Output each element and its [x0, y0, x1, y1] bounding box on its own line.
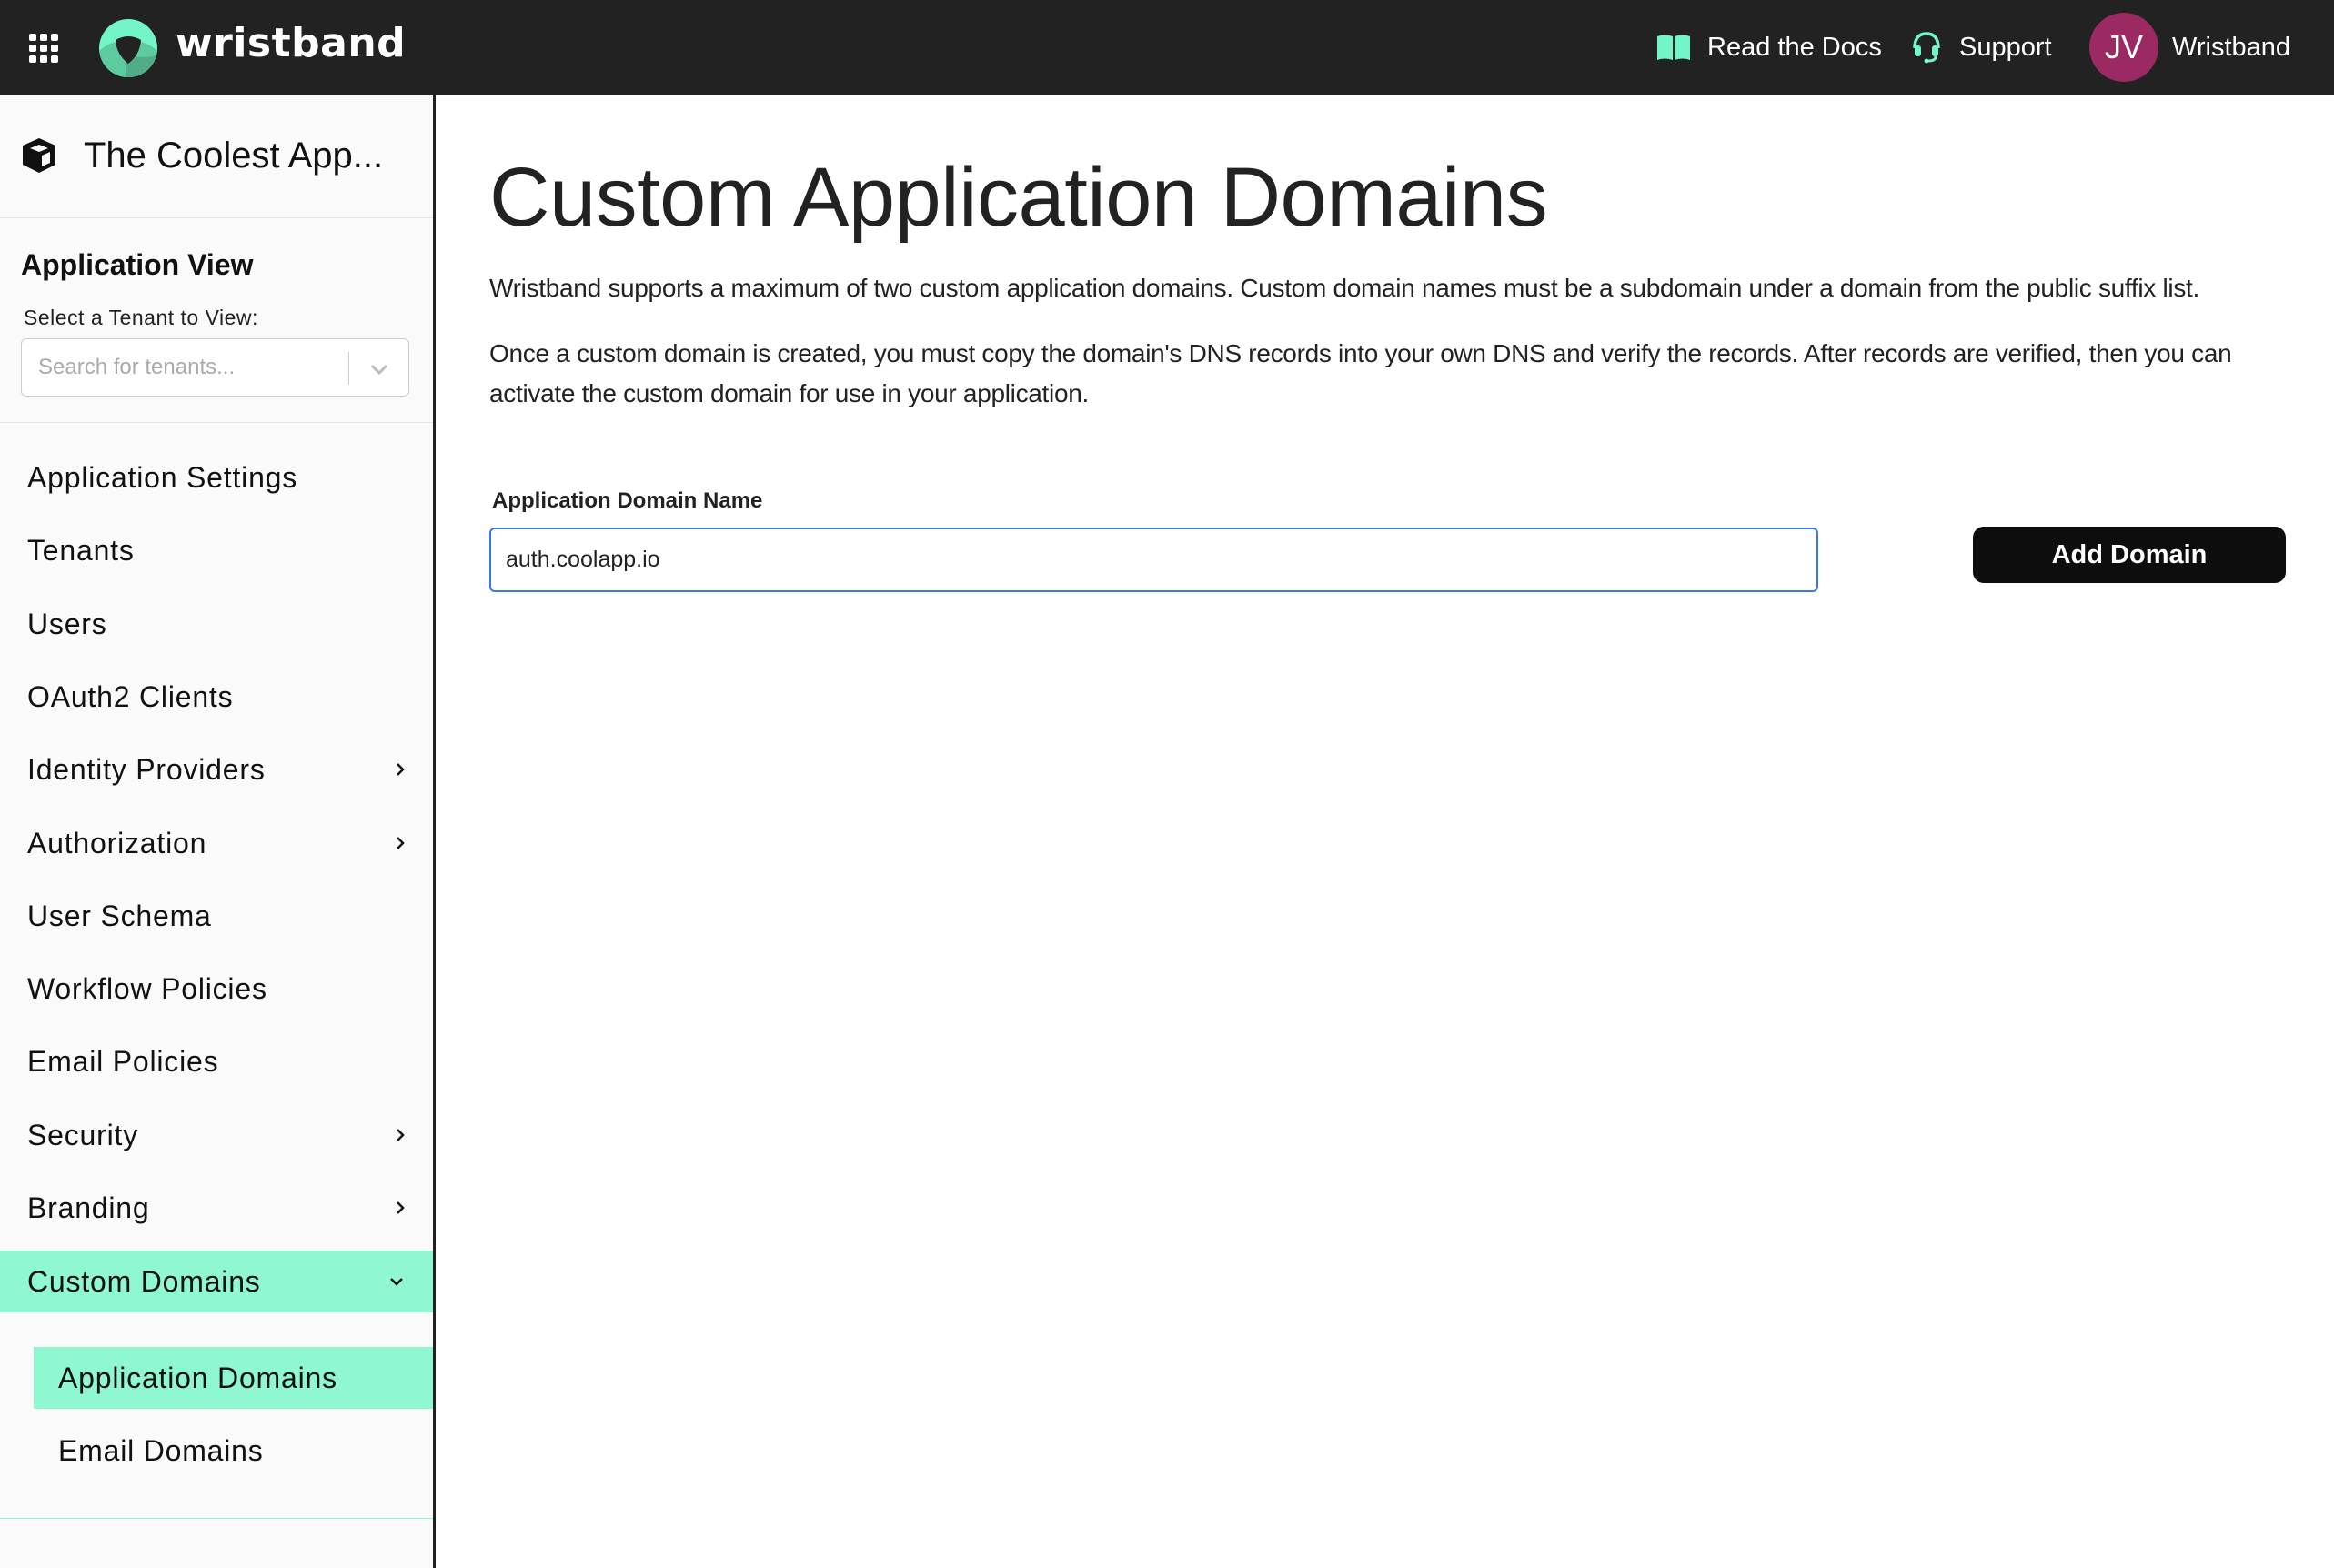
sidebar-item-label: Tenants: [27, 533, 135, 567]
sidebar-item-users[interactable]: Users: [0, 593, 433, 655]
sidebar-item-security[interactable]: Security: [0, 1104, 433, 1166]
sidebar-item-branding[interactable]: Branding: [0, 1177, 433, 1239]
add-domain-button[interactable]: Add Domain: [1973, 527, 2286, 583]
description-paragraph-2: Once a custom domain is created, you mus…: [489, 339, 2232, 407]
view-title: Application View: [21, 248, 254, 281]
sidebar-item-label: Identity Providers: [27, 752, 266, 786]
chevron-down-icon: [390, 1278, 403, 1286]
sidebar-item-label: Branding: [27, 1191, 150, 1224]
sidebar-item-label: Workflow Policies: [27, 971, 267, 1005]
sidebar-item-tenants[interactable]: Tenants: [0, 519, 433, 581]
wristband-logo-icon[interactable]: [98, 18, 158, 78]
sidebar-subitem-application-domains[interactable]: Application Domains: [34, 1347, 433, 1409]
sidebar-item-label: Users: [27, 607, 107, 640]
sidebar-item-label: Custom Domains: [27, 1264, 261, 1298]
sidebar-item-label: User Schema: [27, 899, 212, 932]
brand-name: wristband: [176, 20, 407, 66]
sidebar-item-label: Security: [27, 1118, 138, 1151]
headset-icon: [1913, 32, 1940, 64]
app-name: The Coolest App...: [84, 136, 384, 176]
main-content: Custom Application Domains Wristband sup…: [438, 95, 2334, 1568]
sidebar: The Coolest App... Application View Sele…: [0, 95, 436, 1568]
cube-icon: [23, 138, 55, 173]
chevron-right-icon: [397, 837, 405, 849]
sidebar-item-label: Email Policies: [27, 1044, 219, 1078]
select-divider: [348, 352, 349, 385]
read-docs-label: Read the Docs: [1707, 32, 1882, 62]
tenant-select-label: Select a Tenant to View:: [24, 306, 258, 329]
chevron-right-icon: [397, 1201, 405, 1214]
domain-name-input[interactable]: [489, 528, 1818, 592]
page-title: Custom Application Domains: [489, 151, 1548, 244]
sidebar-item-label: Application Settings: [27, 460, 298, 494]
chevron-down-icon[interactable]: [367, 357, 391, 381]
sidebar-item-user-schema[interactable]: User Schema: [0, 885, 433, 947]
sidebar-item-workflow-policies[interactable]: Workflow Policies: [0, 958, 433, 1020]
tenant-search-placeholder: Search for tenants...: [38, 355, 236, 379]
sidebar-item-label: Authorization: [27, 826, 207, 859]
sidebar-subitem-email-domains[interactable]: Email Domains: [34, 1420, 433, 1482]
sidebar-subitem-label: Application Domains: [58, 1361, 337, 1394]
app-grid-icon[interactable]: [29, 34, 58, 63]
application-view-section: Application View Select a Tenant to View…: [0, 218, 433, 423]
sidebar-item-authorization[interactable]: Authorization: [0, 812, 433, 874]
sidebar-item-custom-domains[interactable]: Custom Domains: [0, 1251, 433, 1312]
chevron-right-icon: [397, 1129, 405, 1141]
domain-name-label: Application Domain Name: [492, 488, 763, 513]
read-docs-link[interactable]: Read the Docs: [1656, 27, 1882, 67]
tenant-search-select[interactable]: Search for tenants...: [21, 338, 409, 397]
sidebar-item-email-policies[interactable]: Email Policies: [0, 1030, 433, 1092]
description-paragraph-1: Wristband supports a maximum of two cust…: [489, 274, 2199, 302]
user-name[interactable]: Wristband: [2172, 27, 2290, 67]
support-label: Support: [1959, 32, 2052, 62]
sidebar-item-oauth2-clients[interactable]: OAuth2 Clients: [0, 666, 433, 728]
user-avatar[interactable]: JV: [2089, 13, 2158, 82]
sidebar-item-application-settings[interactable]: Application Settings: [0, 447, 433, 508]
top-bar: wristband Read the Docs Support JV Wrist…: [0, 0, 2334, 95]
app-header[interactable]: The Coolest App...: [0, 95, 433, 218]
sidebar-divider: [0, 1518, 433, 1519]
sidebar-subitem-label: Email Domains: [58, 1433, 264, 1467]
support-link[interactable]: Support: [1910, 27, 2052, 67]
chevron-right-icon: [397, 763, 405, 776]
sidebar-item-identity-providers[interactable]: Identity Providers: [0, 739, 433, 800]
book-icon: [1657, 35, 1690, 60]
sidebar-item-label: OAuth2 Clients: [27, 679, 234, 713]
